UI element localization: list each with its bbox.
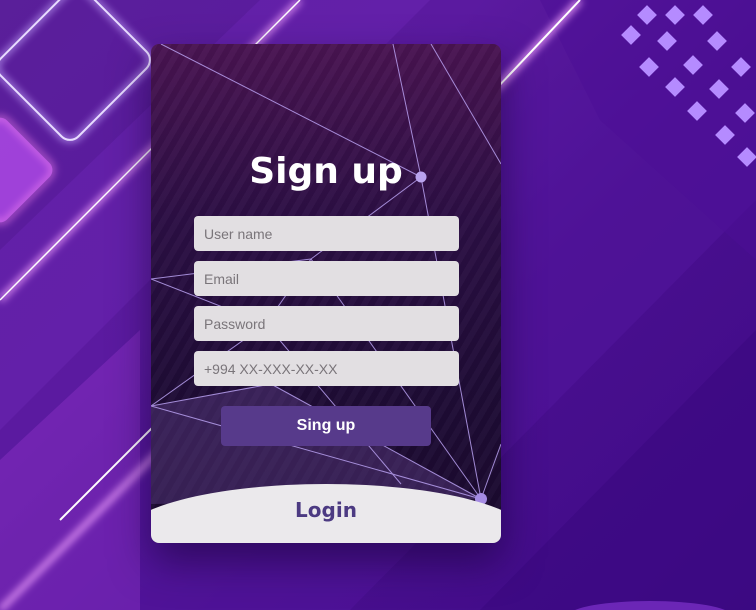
- page-background: Sign up Sing up Login: [0, 0, 756, 610]
- username-field[interactable]: [194, 216, 459, 251]
- email-field[interactable]: [194, 261, 459, 296]
- login-panel: Login: [151, 484, 501, 543]
- password-field[interactable]: [194, 306, 459, 341]
- login-link[interactable]: Login: [151, 498, 501, 522]
- signup-submit-button[interactable]: Sing up: [221, 406, 431, 446]
- page-title: Sign up: [249, 151, 403, 192]
- phone-field[interactable]: [194, 351, 459, 386]
- signup-card: Sign up Sing up Login: [151, 44, 501, 543]
